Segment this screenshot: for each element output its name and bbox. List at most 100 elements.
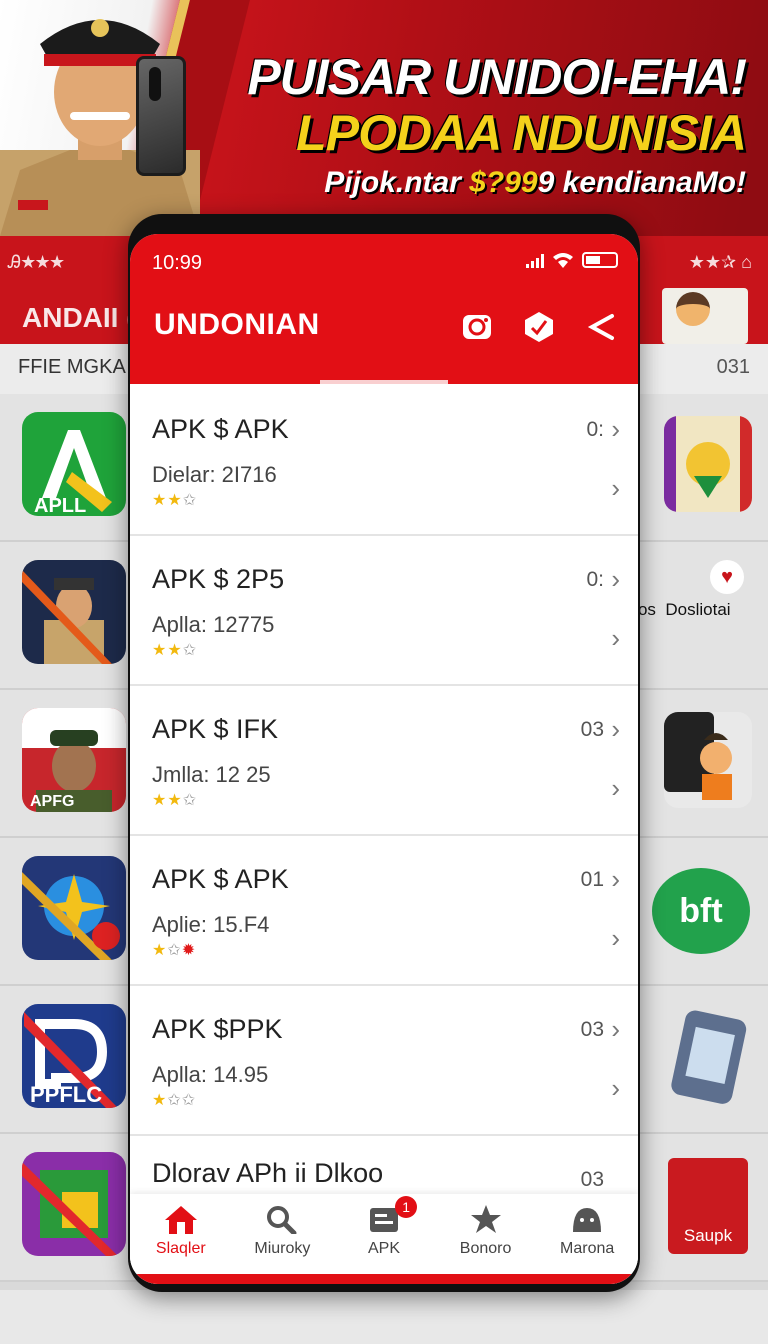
shield-check-icon[interactable] — [522, 310, 556, 344]
status-icons — [526, 252, 618, 268]
banner-subheadline: LPODAA NDUNISIA — [296, 105, 747, 161]
bottom-navigation: Slaqler Miuroky 1 APK Bonoro Marona — [130, 1194, 638, 1274]
item-count: 03 — [580, 718, 604, 741]
item-meta: Aplla: 14.95 — [152, 1062, 269, 1087]
saupk-button[interactable]: Saupk — [668, 1158, 748, 1254]
rating-stars: ★★✩ — [152, 792, 198, 809]
tagline-prefix: Pijok.ntar — [324, 166, 470, 199]
rating-stars: ★✩✹ — [152, 942, 197, 959]
rating-stars: ★✩✩ — [152, 1092, 197, 1109]
item-meta: Jmlla: 12 25 — [152, 762, 271, 787]
nav-label: Miuroky — [254, 1240, 311, 1257]
chevron-right-icon[interactable]: › — [611, 566, 620, 592]
promo-banner[interactable]: PUISAR UNIDOI-EHA! LPODAA NDUNISIA Pijok… — [0, 0, 768, 236]
background-ratings-right: ★★✰ ⌂ — [688, 252, 752, 272]
chevron-right-icon[interactable]: › — [611, 775, 620, 801]
app-icon-character[interactable] — [664, 712, 752, 808]
nav-label: APK — [367, 1240, 400, 1257]
app-icon-general[interactable]: APFG — [22, 708, 126, 812]
compass-star-icon — [22, 872, 120, 960]
list-item[interactable]: APK $ APK Dielar: 2I716 ★★✩ 0: › › — [130, 386, 638, 536]
notification-badge: 1 — [395, 1196, 418, 1218]
officer-portrait-icon — [22, 570, 112, 664]
chevron-right-icon[interactable]: › — [611, 716, 620, 742]
phone-prop-image — [136, 56, 186, 176]
chevron-right-icon[interactable]: › — [611, 1075, 620, 1101]
item-count: 0: — [586, 418, 604, 441]
item-count: 03 — [580, 1168, 604, 1191]
item-meta: Aplie: 15.F4 — [152, 912, 270, 937]
avatar-face — [676, 292, 710, 326]
map-fold-icon — [22, 1162, 118, 1256]
camera-icon[interactable] — [460, 310, 494, 344]
rating-stars: ★★✩ — [152, 492, 198, 509]
item-name: Dlorav APh ii Dlkoo — [152, 1158, 384, 1188]
item-count: 01 — [580, 868, 604, 891]
nav-tab-favorites[interactable]: Bonoro — [435, 1194, 537, 1274]
app-icon-label: APFG — [30, 793, 74, 810]
nav-tab-apk[interactable]: 1 APK — [333, 1194, 435, 1274]
background-bottom-strip — [0, 1290, 768, 1344]
apk-logo-icon: APLL — [34, 430, 112, 516]
chat-bubble-icon[interactable]: bft — [652, 868, 750, 954]
ppflc-logo-icon: PPFLC — [24, 1012, 118, 1108]
nav-label: Slaqler — [155, 1240, 206, 1257]
item-name: APK $PPK — [152, 1014, 283, 1044]
chevron-right-icon[interactable]: › — [611, 866, 620, 892]
app-icon-label: APLL — [34, 495, 86, 516]
list-item[interactable]: APK $ 2P5 Aplla: 12775 ★★✩ 0: › › — [130, 536, 638, 686]
background-title: ANDAII ( — [22, 302, 136, 333]
search-icon — [267, 1206, 297, 1234]
app-icon-officer[interactable] — [22, 560, 126, 664]
chevron-right-icon[interactable]: › — [611, 416, 620, 442]
share-icon[interactable] — [584, 310, 618, 344]
star-icon — [470, 1205, 501, 1233]
nav-label: Bonoro — [459, 1240, 512, 1257]
app-bar-actions — [460, 310, 618, 344]
chevron-right-icon[interactable]: › — [611, 1016, 620, 1042]
app-icon-map[interactable] — [22, 1152, 126, 1256]
app-icon-compass[interactable] — [22, 856, 126, 960]
general-portrait-icon: APFG — [22, 708, 126, 812]
background-avatar[interactable] — [662, 288, 748, 344]
right-label-dosliotai: Dosliotai — [665, 600, 731, 619]
tagline-price: $?99 — [469, 166, 538, 199]
item-name: APK $ APK — [152, 864, 289, 894]
saupk-label: Saupk — [683, 1226, 733, 1245]
app-icon-phone[interactable] — [664, 1008, 752, 1104]
list-item[interactable]: APK $ APK Aplie: 15.F4 ★✩✹ 01 › › — [130, 836, 638, 986]
signal-icon — [526, 252, 544, 268]
chevron-right-icon[interactable]: › — [611, 625, 620, 651]
nav-tab-profile[interactable]: Marona — [536, 1194, 638, 1274]
nav-tab-home[interactable]: Slaqler — [130, 1194, 232, 1274]
background-ratings-left: Ꭿ★★★ — [8, 252, 65, 272]
nav-tab-search[interactable]: Miuroky — [232, 1194, 334, 1274]
character-icon — [664, 712, 732, 800]
background-subtitle: FFIE MGKA — [18, 356, 126, 378]
chevron-right-icon[interactable]: › — [611, 925, 620, 951]
home-icon — [164, 1206, 197, 1234]
phone-frame: 10:99 UNDONIAN APK $ APK Dielar: 2I716 ★… — [128, 214, 640, 1292]
list-item[interactable]: APK $PPK Aplla: 14.95 ★✩✩ 03 › › — [130, 986, 638, 1136]
item-name: APK $ APK — [152, 414, 289, 444]
rating-stars: ★★✩ — [152, 642, 198, 659]
tab-indicator — [320, 380, 448, 384]
nav-label: Marona — [560, 1240, 615, 1257]
background-subtitle-right: 031 — [716, 356, 750, 378]
item-meta: Aplla: 12775 — [152, 612, 275, 637]
app-icon-sunburst[interactable] — [664, 416, 752, 512]
list-item[interactable]: APK $ IFK Jmlla: 12 25 ★★✩ 03 › › — [130, 686, 638, 836]
battery-icon — [582, 252, 618, 268]
banner-headline: PUISAR UNIDOI-EHA! — [247, 49, 747, 105]
wifi-icon — [553, 253, 573, 268]
item-count: 03 — [580, 1018, 604, 1041]
app-bar: 10:99 UNDONIAN — [130, 234, 638, 384]
phone-screen: 10:99 UNDONIAN APK $ APK Dielar: 2I716 ★… — [130, 234, 638, 1284]
apk-list: APK $ APK Dielar: 2I716 ★★✩ 0: › › APK $… — [130, 386, 638, 1284]
app-icon-ppflc[interactable]: PPFLC — [22, 1004, 126, 1108]
tagline-suffix: 9 kendianaMo! — [537, 166, 746, 199]
app-icon-green[interactable]: APLL — [22, 412, 126, 516]
chevron-right-icon[interactable]: › — [611, 475, 620, 501]
heart-icon[interactable]: ♥ — [710, 560, 744, 594]
app-icon-label: PPFLC — [30, 1082, 102, 1107]
